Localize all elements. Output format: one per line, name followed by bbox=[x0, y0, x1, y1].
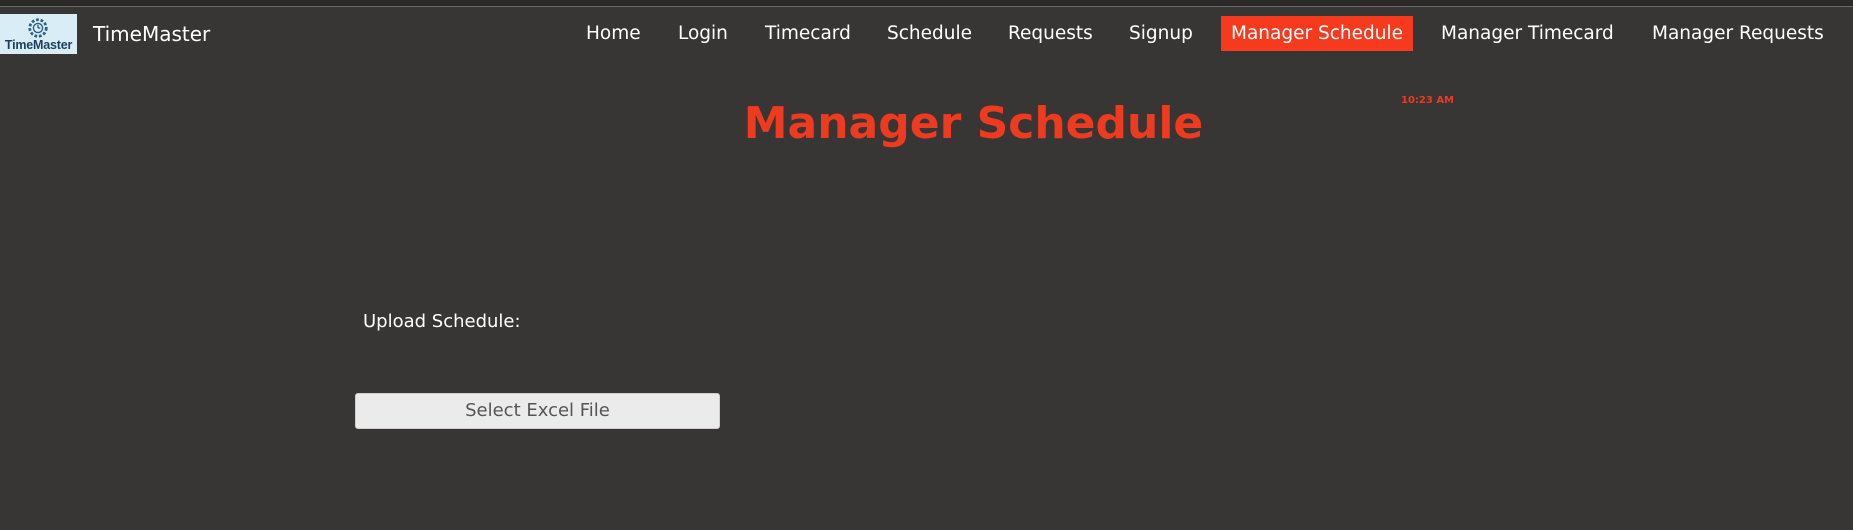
nav-timecard[interactable]: Timecard bbox=[765, 16, 851, 51]
nav-requests[interactable]: Requests bbox=[1008, 16, 1093, 51]
nav-login[interactable]: Login bbox=[678, 16, 728, 51]
select-excel-file-button[interactable]: Select Excel File bbox=[355, 393, 720, 429]
nav-manager-requests[interactable]: Manager Requests bbox=[1652, 16, 1824, 51]
clock-time: 10:23 AM bbox=[1401, 95, 1455, 106]
nav-schedule[interactable]: Schedule bbox=[887, 16, 972, 51]
navbar: TimeMaster TimeMaster Home Login Timecar… bbox=[0, 7, 1853, 59]
logo-text: TimeMaster bbox=[4, 38, 73, 52]
nav-signup[interactable]: Signup bbox=[1129, 16, 1193, 51]
gear-clock-icon bbox=[28, 18, 48, 38]
brand-name[interactable]: TimeMaster bbox=[93, 21, 210, 47]
nav-manager-timecard[interactable]: Manager Timecard bbox=[1441, 16, 1614, 51]
window-top-border bbox=[0, 0, 1853, 7]
page-title: Manager Schedule bbox=[743, 98, 1204, 149]
nav-home[interactable]: Home bbox=[586, 16, 641, 51]
nav-manager-schedule[interactable]: Manager Schedule bbox=[1221, 16, 1413, 51]
upload-schedule-label: Upload Schedule: bbox=[363, 311, 521, 332]
brand-logo[interactable]: TimeMaster bbox=[0, 14, 77, 54]
